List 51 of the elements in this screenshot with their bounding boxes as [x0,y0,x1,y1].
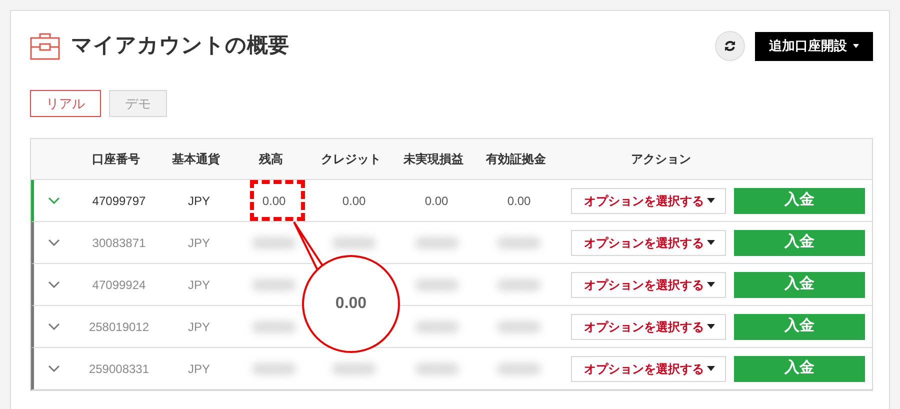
page-title: マイアカウントの概要 [71,33,289,60]
briefcase-icon [30,32,60,60]
caret-icon [707,366,715,371]
highlight-frame [250,180,305,221]
currency-cell-text: JPY [186,276,211,294]
column-header: アクション [630,151,692,168]
amount-cell-text: 0.00 [261,192,287,210]
column-header: 有効証拠金 [484,151,547,168]
column-header: クレジット [320,151,382,168]
refresh-icon [724,40,736,52]
amount-cell-text: 0.00 [506,192,532,210]
currency-cell-text: JPY [186,234,211,252]
deposit-button[interactable]: 入金 [734,272,865,298]
chevron-down-icon[interactable] [48,365,60,372]
action-select[interactable]: オプションを選択する [571,314,726,340]
account-number: 259008331 [88,360,150,378]
action-select[interactable]: オプションを選択する [571,272,726,298]
account-row[interactable]: 259008331 JPY オプションを選択する 入金 [31,348,872,390]
amount-cell-text: 0.00 [341,192,367,210]
deposit-button[interactable]: 入金 [734,314,865,340]
account-number: 258019012 [88,318,150,336]
chevron-down-icon[interactable] [48,239,60,246]
account-row[interactable]: 30083871 JPY オプションを選択する 入金 [31,222,872,264]
account-number: 47099924 [91,276,147,294]
currency-cell-text: JPY [186,318,211,336]
deposit-button[interactable]: 入金 [734,356,865,382]
action-select[interactable]: オプションを選択する [571,230,726,256]
tab[interactable]: リアル [30,90,101,117]
caret-icon [707,282,715,287]
action-select[interactable]: オプションを選択する [571,188,726,214]
account-number: 47099797 [91,192,147,210]
column-header: 残高 [258,151,284,168]
currency-cell-text: JPY [186,360,211,378]
deposit-button[interactable]: 入金 [734,230,865,256]
column-header: 未実現損益 [402,151,464,168]
chevron-down-icon[interactable] [48,281,60,288]
column-header: 口座番号 [91,151,141,168]
add-account-button[interactable]: 追加口座開設 [755,32,873,60]
deposit-button[interactable]: 入金 [734,188,865,214]
account-row[interactable]: 47099797 JPY 0.00 0.00 0.00 0.00 オプションを選択する 入金 [31,180,872,222]
caret-icon [707,240,715,245]
account-number: 30083871 [91,234,147,252]
caret-icon [707,198,715,203]
caret-icon [707,324,715,329]
amount-cell-text: 0.00 [424,192,450,210]
column-header: 基本通貨 [171,151,221,168]
action-select[interactable]: オプションを選択する [571,356,726,382]
caret-icon [853,44,859,48]
currency-cell-text: JPY [186,192,211,210]
chevron-down-icon[interactable] [48,197,60,204]
chevron-down-icon[interactable] [48,323,60,330]
